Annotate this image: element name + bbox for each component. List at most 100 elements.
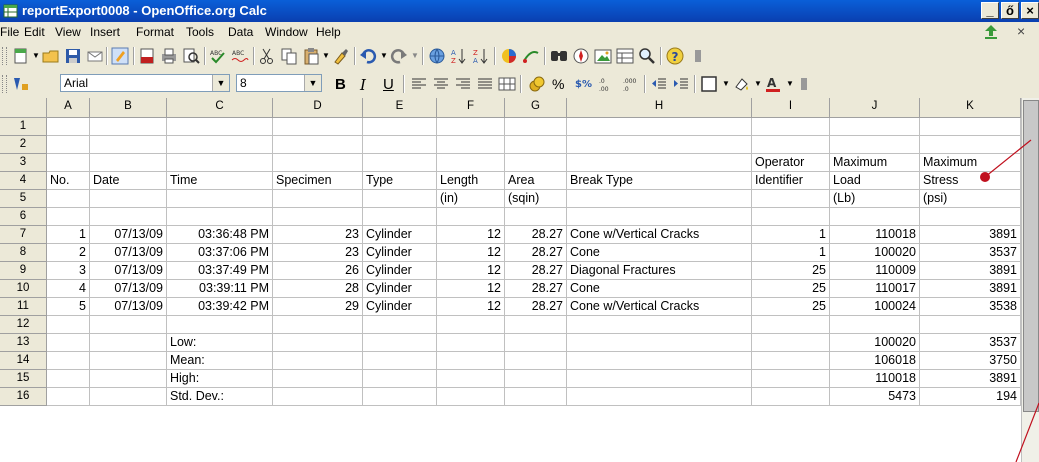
cell-b8[interactable]: 07/13/09: [90, 244, 167, 262]
cell-d16[interactable]: [273, 388, 363, 406]
row-header-12[interactable]: 12: [0, 316, 47, 334]
cell-j9[interactable]: 110009: [830, 262, 920, 280]
row-header-16[interactable]: 16: [0, 388, 47, 406]
cell-e10[interactable]: Cylinder: [363, 280, 437, 298]
row-header-14[interactable]: 14: [0, 352, 47, 370]
menu-file[interactable]: File: [0, 25, 19, 39]
cell-f1[interactable]: [437, 118, 505, 136]
cell-b9[interactable]: 07/13/09: [90, 262, 167, 280]
edit-file-icon[interactable]: [111, 47, 129, 65]
decrease-indent-icon[interactable]: [650, 75, 668, 93]
cell-c6[interactable]: [167, 208, 273, 226]
cell-a5[interactable]: [47, 190, 90, 208]
cell-e15[interactable]: [363, 370, 437, 388]
cell-j7[interactable]: 110018: [830, 226, 920, 244]
vertical-scroll-thumb[interactable]: [1023, 100, 1039, 412]
cell-h11[interactable]: Cone w/Vertical Cracks: [567, 298, 752, 316]
cell-d8[interactable]: 23: [273, 244, 363, 262]
font-color-icon[interactable]: A: [764, 75, 782, 93]
cell-c12[interactable]: [167, 316, 273, 334]
cell-g11[interactable]: 28.27: [505, 298, 567, 316]
cell-e11[interactable]: Cylinder: [363, 298, 437, 316]
cell-d15[interactable]: [273, 370, 363, 388]
cell-g2[interactable]: [505, 136, 567, 154]
cell-k1[interactable]: [920, 118, 1021, 136]
cell-g7[interactable]: 28.27: [505, 226, 567, 244]
cell-j6[interactable]: [830, 208, 920, 226]
column-header-e[interactable]: E: [363, 98, 437, 118]
open-folder-icon[interactable]: [42, 47, 60, 65]
cell-h15[interactable]: [567, 370, 752, 388]
cell-a4[interactable]: No.: [47, 172, 90, 190]
find-replace-icon[interactable]: [550, 47, 568, 65]
row-header-2[interactable]: 2: [0, 136, 47, 154]
column-header-h[interactable]: H: [567, 98, 752, 118]
gallery-icon[interactable]: [594, 47, 612, 65]
cell-i3[interactable]: Operator: [752, 154, 830, 172]
spellcheck-icon[interactable]: ABC: [209, 47, 227, 65]
toolbar-grip[interactable]: [2, 75, 7, 93]
cell-i4[interactable]: Identifier: [752, 172, 830, 190]
cell-d4[interactable]: Specimen: [273, 172, 363, 190]
align-center-icon[interactable]: [432, 75, 450, 93]
cell-h9[interactable]: Diagonal Fractures: [567, 262, 752, 280]
cell-c5[interactable]: [167, 190, 273, 208]
cell-b11[interactable]: 07/13/09: [90, 298, 167, 316]
cell-g13[interactable]: [505, 334, 567, 352]
font-size-dropdown-icon[interactable]: ▼: [304, 75, 321, 91]
cell-k9[interactable]: 3891: [920, 262, 1021, 280]
cell-a12[interactable]: [47, 316, 90, 334]
cell-k11[interactable]: 3538: [920, 298, 1021, 316]
redo-icon[interactable]: [390, 47, 408, 65]
cell-b16[interactable]: [90, 388, 167, 406]
cell-k2[interactable]: [920, 136, 1021, 154]
maximize-button[interactable]: ő: [1001, 2, 1019, 19]
cell-h3[interactable]: [567, 154, 752, 172]
cell-g9[interactable]: 28.27: [505, 262, 567, 280]
cell-b13[interactable]: [90, 334, 167, 352]
borders-dropdown-icon[interactable]: ▼: [722, 79, 730, 88]
font-size-box[interactable]: 8 ▼: [236, 74, 322, 92]
cell-j1[interactable]: [830, 118, 920, 136]
select-all-corner[interactable]: [0, 98, 47, 118]
cell-g15[interactable]: [505, 370, 567, 388]
vertical-scrollbar[interactable]: [1021, 98, 1039, 462]
chart-icon[interactable]: [500, 47, 518, 65]
cell-g12[interactable]: [505, 316, 567, 334]
cell-b3[interactable]: [90, 154, 167, 172]
cell-g1[interactable]: [505, 118, 567, 136]
cell-e12[interactable]: [363, 316, 437, 334]
cell-f3[interactable]: [437, 154, 505, 172]
print-icon[interactable]: [160, 47, 178, 65]
menu-view[interactable]: View: [55, 25, 81, 39]
cell-b12[interactable]: [90, 316, 167, 334]
cell-c14[interactable]: Mean:: [167, 352, 273, 370]
cell-a14[interactable]: [47, 352, 90, 370]
paste-dropdown-icon[interactable]: ▼: [322, 51, 330, 60]
cell-i7[interactable]: 1: [752, 226, 830, 244]
cell-h6[interactable]: [567, 208, 752, 226]
justify-icon[interactable]: [476, 75, 494, 93]
cell-i16[interactable]: [752, 388, 830, 406]
cell-h8[interactable]: Cone: [567, 244, 752, 262]
cell-j13[interactable]: 100020: [830, 334, 920, 352]
cell-f10[interactable]: 12: [437, 280, 505, 298]
hyperlink-icon[interactable]: [428, 47, 446, 65]
column-header-j[interactable]: J: [830, 98, 920, 118]
menu-insert[interactable]: Insert: [90, 25, 120, 39]
cell-i14[interactable]: [752, 352, 830, 370]
cell-e16[interactable]: [363, 388, 437, 406]
toolbar-options-icon[interactable]: [796, 75, 814, 93]
cell-e9[interactable]: Cylinder: [363, 262, 437, 280]
cell-c3[interactable]: [167, 154, 273, 172]
navigator-icon[interactable]: [572, 47, 590, 65]
cell-j16[interactable]: 5473: [830, 388, 920, 406]
cell-f7[interactable]: 12: [437, 226, 505, 244]
cell-f14[interactable]: [437, 352, 505, 370]
increase-indent-icon[interactable]: [672, 75, 690, 93]
cell-j11[interactable]: 100024: [830, 298, 920, 316]
zoom-icon[interactable]: [638, 47, 656, 65]
cell-b1[interactable]: [90, 118, 167, 136]
row-header-6[interactable]: 6: [0, 208, 47, 226]
menu-help[interactable]: Help: [316, 25, 341, 39]
